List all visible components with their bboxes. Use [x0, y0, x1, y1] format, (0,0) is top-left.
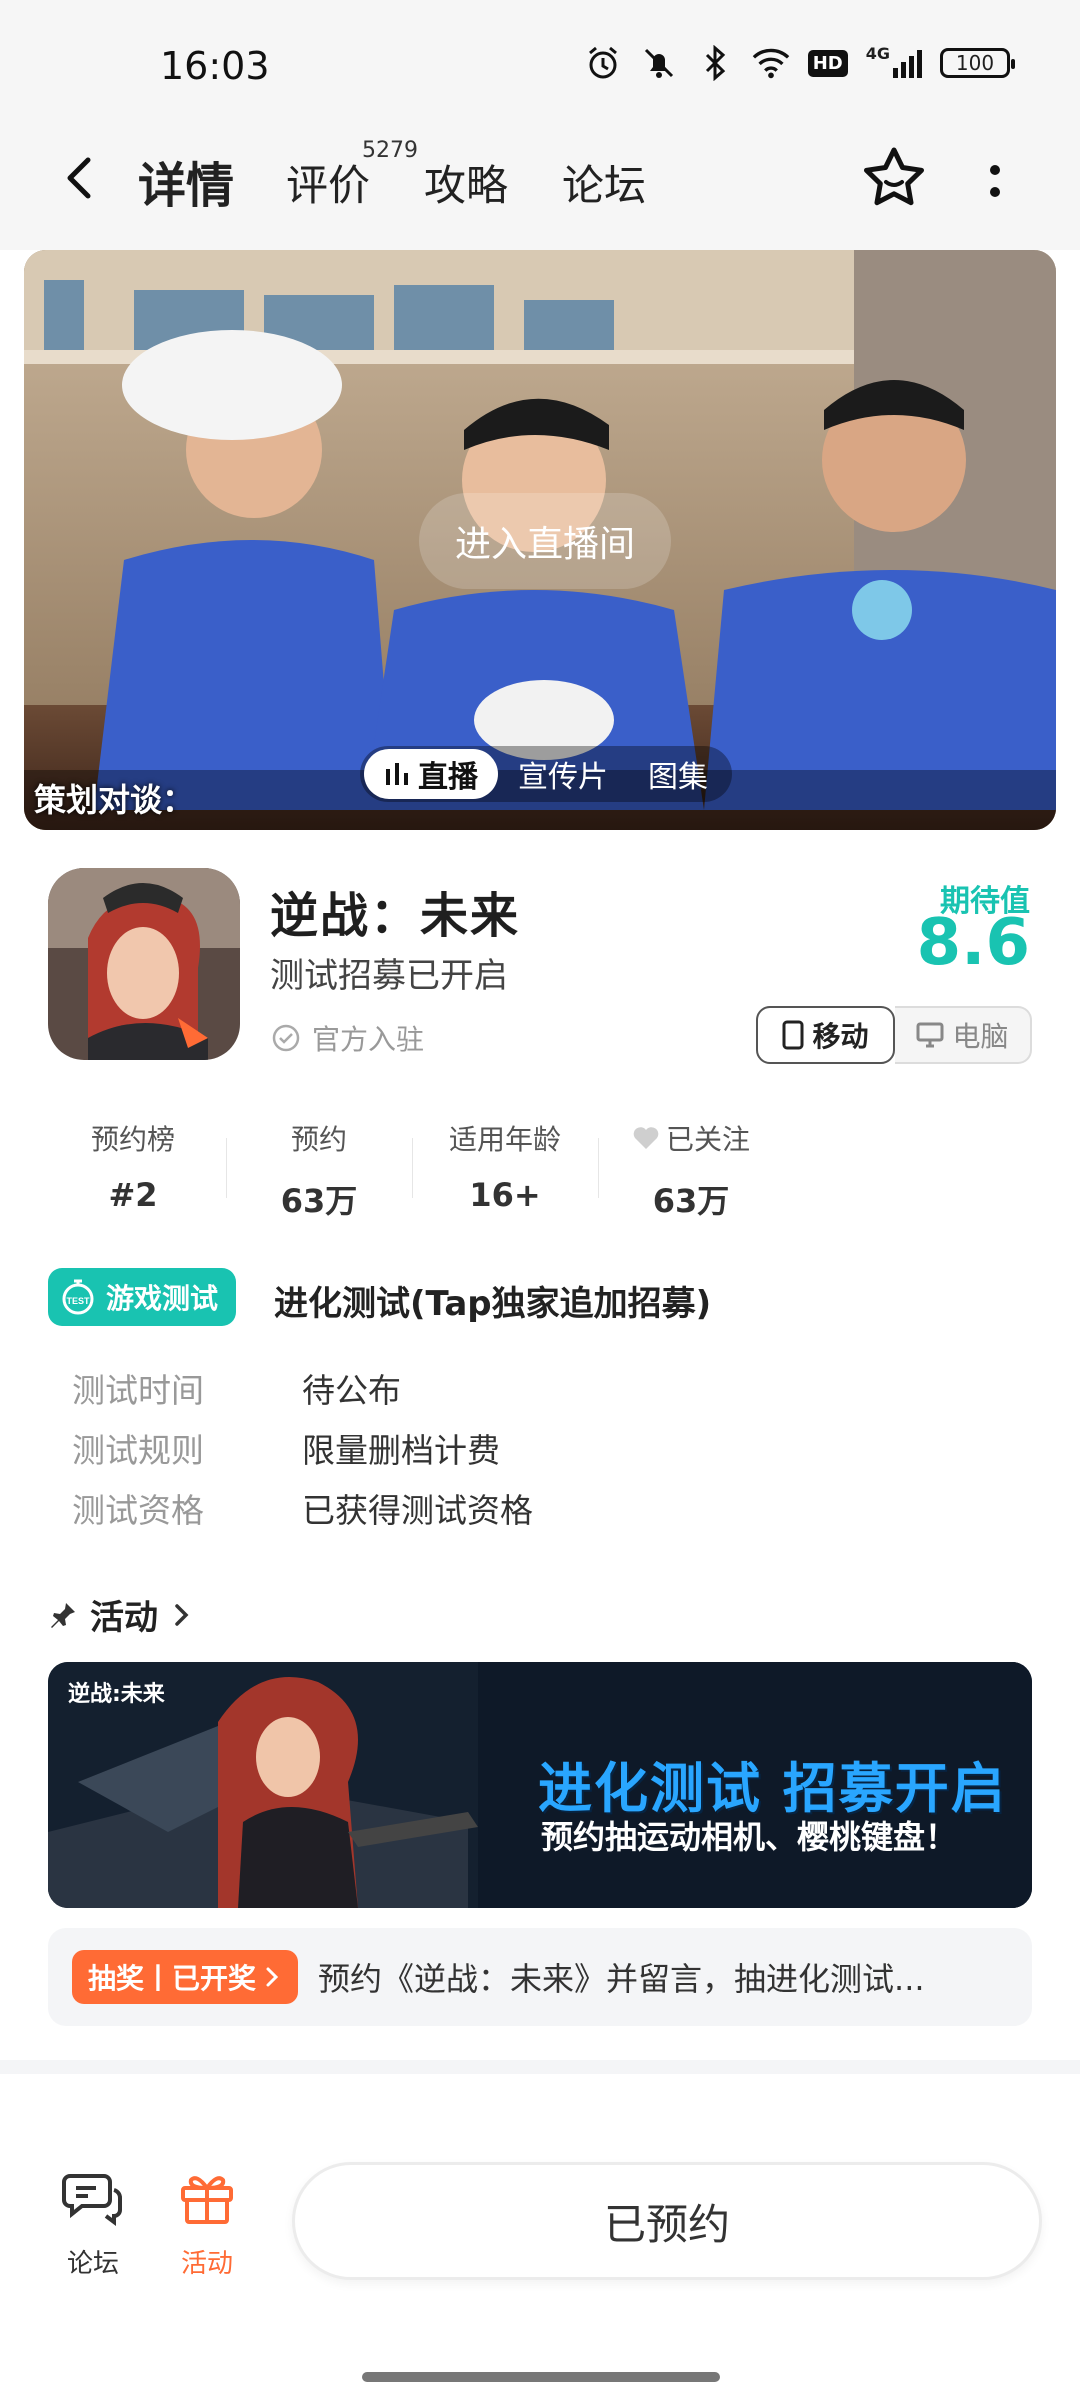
tab-reviews[interactable]: 评价	[286, 152, 370, 213]
tab-forum[interactable]: 论坛	[562, 152, 646, 213]
phone-icon	[782, 1020, 804, 1050]
media-tab-gallery[interactable]: 图集	[628, 749, 728, 799]
chevron-right-icon	[175, 1603, 189, 1626]
check-circle-icon	[272, 1024, 300, 1052]
official-badge: 官方入驻	[272, 1018, 424, 1058]
review-count-badge: 5279	[362, 138, 418, 163]
hd-icon: HD	[807, 44, 848, 82]
test-info-row: 测试规则 限量删档计费	[72, 1431, 500, 1470]
back-arrow-icon	[67, 157, 91, 199]
bottom-activity-button[interactable]: 活动	[162, 2170, 252, 2280]
banner-subtitle: 预约抽运动相机、樱桃键盘！	[541, 1818, 958, 1856]
test-info-row: 测试时间 待公布	[72, 1371, 401, 1410]
tab-details[interactable]: 详情	[132, 146, 241, 216]
stream-caption: 策划对谈：	[34, 781, 195, 819]
forum-chat-icon	[62, 2174, 122, 2226]
top-nav: 详情 评价 5279 攻略 论坛	[0, 120, 1080, 250]
activity-header[interactable]: 活动	[48, 1590, 194, 1639]
status-icons: HD 4G 100	[584, 44, 1015, 82]
star-icon	[864, 147, 924, 206]
svg-text:TEST: TEST	[66, 1296, 90, 1306]
expectation-score: 8.6	[916, 906, 1030, 980]
home-indicator[interactable]	[362, 2372, 720, 2382]
monitor-icon	[916, 1022, 944, 1048]
chevron-right-icon	[266, 1967, 279, 1987]
test-info-row: 测试资格 已获得测试资格	[72, 1491, 533, 1530]
reserved-button[interactable]: 已预约	[292, 2162, 1042, 2280]
media-player[interactable]: 进入直播间 直播 宣传片 图集 策划对谈：	[24, 250, 1056, 830]
platform-switch: 移动 电脑	[756, 1006, 1032, 1064]
test-stopwatch-icon: TEST	[62, 1279, 94, 1315]
game-icon	[48, 868, 240, 1060]
game-cover-art	[48, 868, 240, 1060]
banner-game-logo: 逆战:未来	[68, 1682, 165, 1707]
bottom-forum-button[interactable]: 论坛	[48, 2170, 138, 2280]
platform-pc-button[interactable]: 电脑	[895, 1006, 1032, 1064]
gift-icon	[181, 2176, 233, 2224]
more-vertical-icon	[990, 165, 1000, 197]
back-button[interactable]	[52, 148, 112, 208]
lottery-tag: 抽奖丨已开奖	[72, 1950, 299, 2004]
stats-row: 预约榜 #2 预约 63万 适用年龄 16+ 已关注 63万	[40, 1118, 784, 1222]
signal-icon: 4G	[866, 44, 922, 82]
stat-reservations: 预约 63万	[226, 1118, 412, 1222]
status-bar: 16:03 HD 4G 100	[0, 0, 1080, 120]
media-tab-bar: 直播 宣传片 图集	[360, 746, 732, 802]
pin-icon	[51, 1602, 75, 1628]
alarm-icon	[584, 44, 622, 82]
lottery-text: 预约《逆战：未来》并留言，抽进化测试...	[318, 1960, 925, 1998]
enter-live-room-button[interactable]: 进入直播间	[419, 493, 671, 589]
status-time: 16:03	[160, 44, 270, 88]
game-title: 逆战：未来	[270, 888, 521, 944]
live-bars-icon	[386, 763, 408, 785]
platform-mobile-button[interactable]: 移动	[756, 1006, 895, 1064]
battery-icon: 100	[940, 48, 1015, 78]
more-options-button[interactable]	[980, 156, 1010, 206]
lottery-item[interactable]: 抽奖丨已开奖 预约《逆战：未来》并留言，抽进化测试...	[48, 1928, 1032, 2026]
mute-icon	[640, 44, 678, 82]
stat-ranking[interactable]: 预约榜 #2	[40, 1118, 226, 1222]
section-divider	[0, 2060, 1080, 2074]
test-title: 进化测试(Tap独家追加招募)	[274, 1284, 712, 1324]
wifi-icon	[752, 44, 790, 82]
media-tab-trailer[interactable]: 宣传片	[498, 749, 628, 799]
heart-icon	[633, 1127, 659, 1149]
media-tab-live[interactable]: 直播	[364, 749, 498, 799]
game-subtitle: 测试招募已开启	[270, 956, 508, 996]
stat-followers[interactable]: 已关注 63万	[598, 1118, 784, 1222]
activity-banner[interactable]: 逆战:未来 进化测试 招募开启 预约抽运动相机、樱桃键盘！	[48, 1662, 1032, 1908]
favorite-button[interactable]	[858, 142, 930, 214]
bluetooth-icon	[696, 44, 734, 82]
stat-age-rating[interactable]: 适用年龄 16+	[412, 1118, 598, 1222]
game-test-badge: TEST 游戏测试	[48, 1268, 237, 1326]
tab-guides[interactable]: 攻略	[424, 152, 508, 213]
